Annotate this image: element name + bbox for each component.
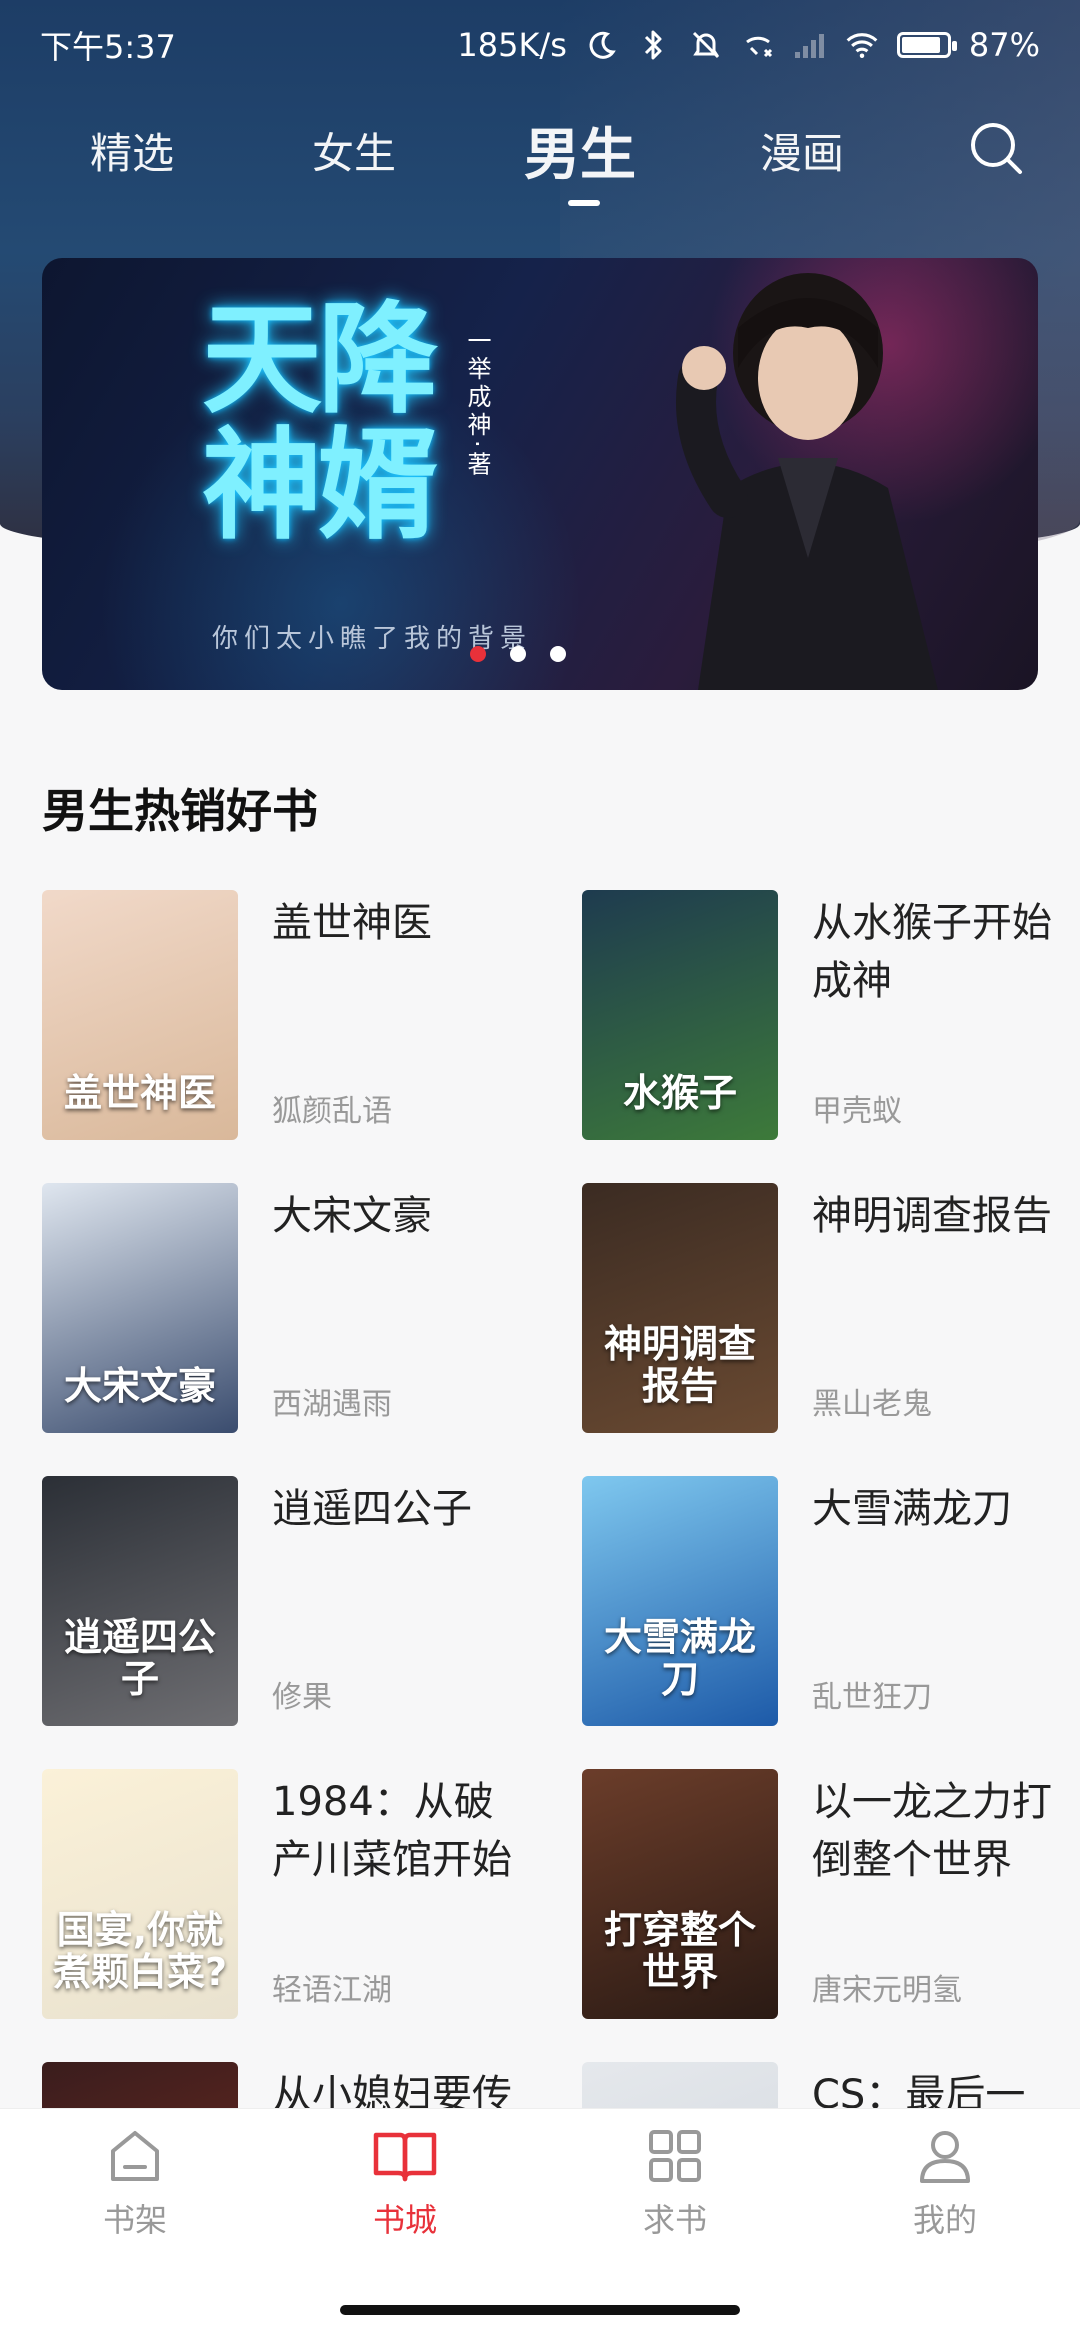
book-cover[interactable]: 打穿整个世界 [582,1769,778,2019]
tab-featured[interactable]: 精选 [90,120,174,181]
book-item[interactable]: 逍遥四公子 逍遥四公子 修果 [42,1476,542,1728]
active-tab-indicator [568,200,600,206]
pagination-dot[interactable] [510,646,526,662]
book-title[interactable]: 大雪满龙刀 [812,1480,1062,1538]
battery-icon [896,32,957,58]
status-icons: 185K/s 87% [457,26,1040,64]
cover-title: 大雪满龙刀 [603,1615,756,1701]
cover-title: 国宴,你就煮颗白菜? [52,1908,228,1994]
network-speed: 185K/s [457,26,567,64]
status-bar: 下午5:37 185K/s 87% [0,0,1080,90]
nav-bookshelf[interactable]: 书架 [0,2109,270,2259]
pagination-dot[interactable] [470,646,486,662]
book-cover[interactable]: 神明调查报告 [582,1183,778,1433]
category-tabs: 精选 女生 男生 漫画 [0,110,1080,210]
grid-icon [649,2130,701,2182]
home-indicator[interactable] [340,2305,740,2315]
status-time: 下午5:37 [40,28,176,66]
pagination-dot[interactable] [550,646,566,662]
book-cover[interactable]: 逍遥四公子 [42,1476,238,1726]
book-item[interactable]: 盖世神医 盖世神医 狐颜乱语 [42,890,542,1142]
tab-male[interactable]: 男生 [524,110,636,191]
book-title[interactable]: 大宋文豪 [272,1187,522,1245]
cover-title: 水猴子 [622,1071,737,1115]
banner-pagination [470,646,566,662]
book-item[interactable]: 国宴,你就煮颗白菜? 1984：从破产川菜馆开始轻语江湖 [42,1769,542,2021]
banner-author: 一举成神·著 [463,328,491,480]
mute-bell-icon [689,28,723,62]
book-item[interactable]: 水猴子 从水猴子开始成神甲壳蚁 [582,890,1080,1142]
book-title[interactable]: 神明调查报告 [812,1187,1062,1245]
call-icon [741,28,775,62]
book-item[interactable]: 打穿整个世界 以一龙之力打倒整个世界唐宋元明氢 [582,1769,1080,2021]
signal-icon [793,28,827,62]
book-author: 修果 [272,1680,332,1715]
book-author: 唐宋元明氢 [812,1973,962,2008]
nav-profile[interactable]: 我的 [810,2109,1080,2259]
book-author: 甲壳蚁 [812,1094,902,1129]
cover-title: 逍遥四公子 [63,1615,216,1701]
book-title[interactable]: 从水猴子开始成神 [812,894,1062,1010]
nav-label: 书架 [102,2201,167,2239]
bluetooth-icon [637,28,671,62]
book-title[interactable]: 盖世神医 [272,894,522,952]
book-cover[interactable]: 水猴子 [582,890,778,1140]
book-item[interactable]: 神明调查报告 神明调查报告 黑山老鬼 [582,1183,1080,1435]
cover-title: 神明调查报告 [603,1322,756,1408]
shelf-icon [111,2131,159,2181]
wifi-icon [845,28,879,62]
book-author: 狐颜乱语 [272,1094,392,1129]
nav-request-book[interactable]: 求书 [540,2109,810,2259]
book-author: 西湖遇雨 [272,1387,392,1422]
nav-label: 书城 [372,2201,437,2239]
cover-title: 盖世神医 [63,1071,216,1115]
moon-icon [585,28,619,62]
battery-percent: 87% [968,26,1040,64]
book-cover[interactable]: 大雪满龙刀 [582,1476,778,1726]
section-title: 男生热销好书 [42,784,318,838]
cover-title: 打穿整个世界 [603,1908,756,1994]
nav-bookstore[interactable]: 书城 [270,2109,540,2259]
book-cover[interactable]: 盖世神医 [42,890,238,1140]
book-item[interactable]: 大宋文豪 大宋文豪 西湖遇雨 [42,1183,542,1435]
tab-female[interactable]: 女生 [312,120,396,181]
featured-banner[interactable]: 天降神婿 一举成神·著 你们太小瞧了我的背景 [42,258,1038,690]
book-cover[interactable]: 国宴,你就煮颗白菜? [42,1769,238,2019]
nav-label: 我的 [912,2201,977,2239]
search-icon[interactable] [966,118,1026,178]
tab-comics[interactable]: 漫画 [760,120,844,181]
book-author: 乱世狂刀 [812,1680,932,1715]
battery-level [901,37,941,53]
user-icon [920,2131,970,2183]
book-cover[interactable]: 大宋文豪 [42,1183,238,1433]
cover-title: 大宋文豪 [63,1364,216,1408]
book-icon [373,2132,437,2182]
nav-label: 求书 [642,2201,707,2239]
book-title[interactable]: 逍遥四公子 [272,1480,522,1538]
book-author: 轻语江湖 [272,1973,392,2008]
book-title[interactable]: 以一龙之力打倒整个世界 [812,1773,1062,1889]
book-title[interactable]: 1984：从破产川菜馆开始 [272,1773,522,1889]
book-author: 黑山老鬼 [812,1387,932,1422]
banner-character-illustration [676,273,938,690]
book-item[interactable]: 大雪满龙刀 大雪满龙刀 乱世狂刀 [582,1476,1080,1728]
